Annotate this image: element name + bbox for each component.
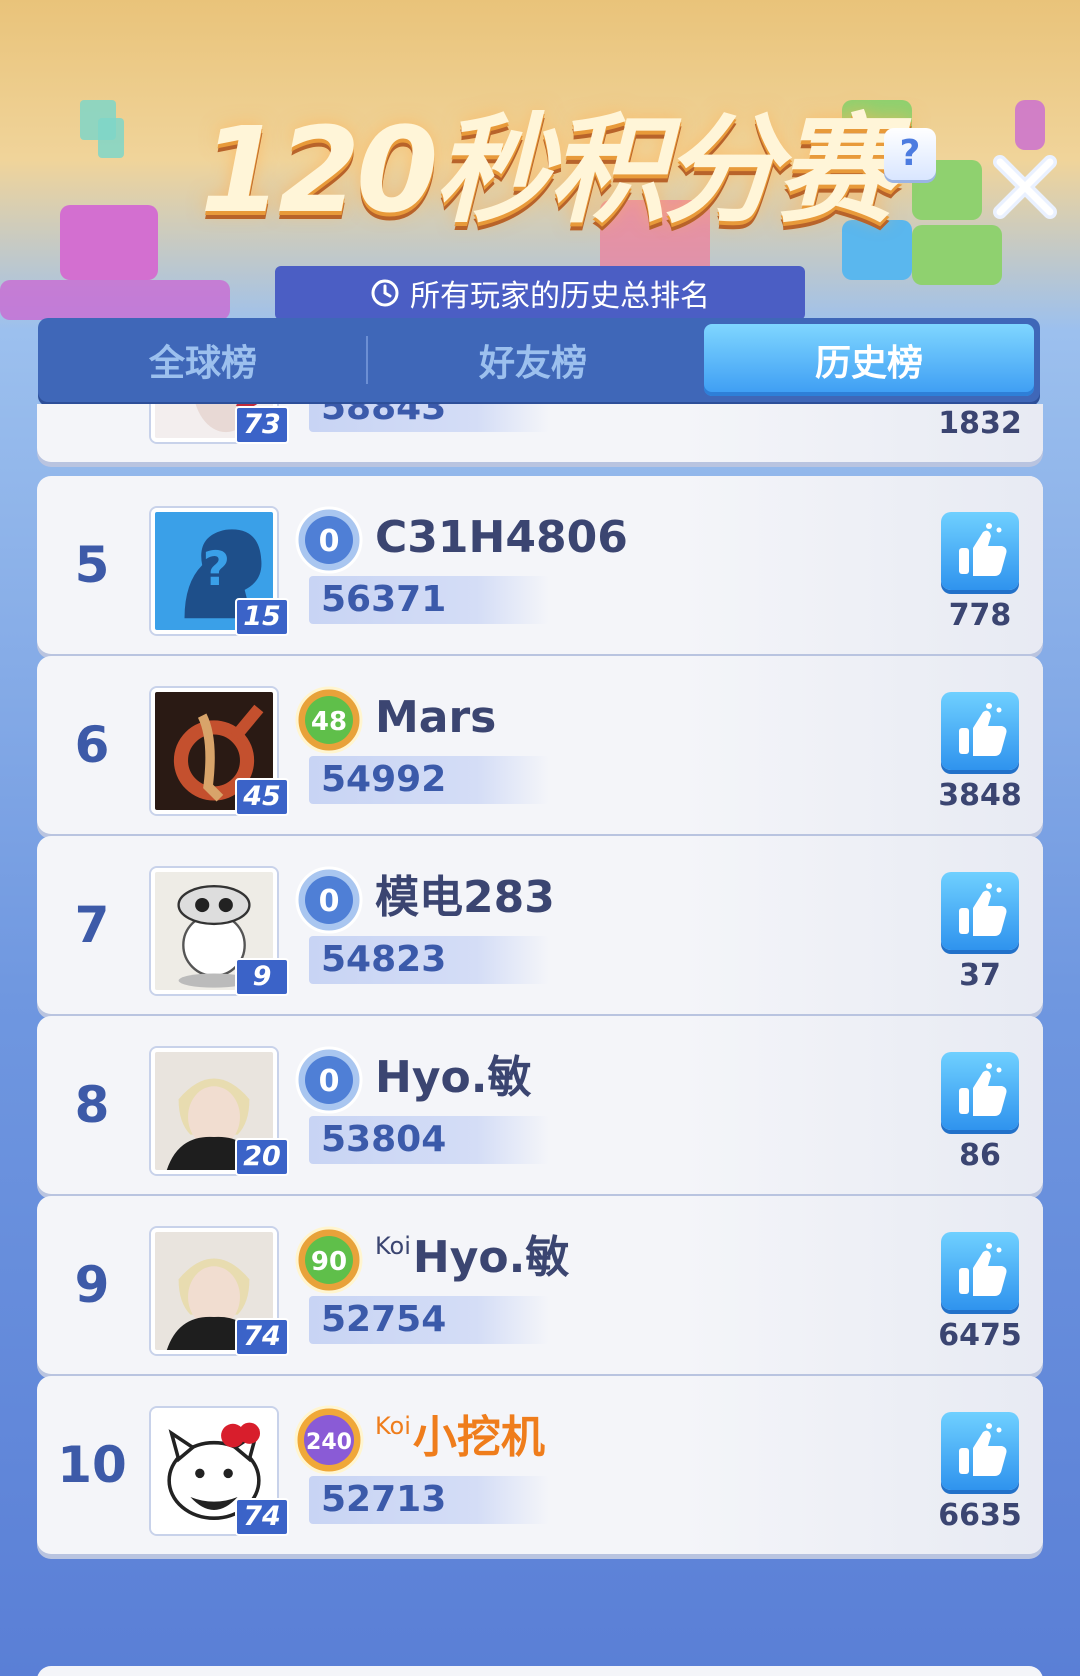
rank-badge-icon: 0 (295, 866, 363, 934)
tab-global[interactable]: 全球榜 (38, 318, 368, 402)
score: 52713 (321, 1479, 447, 1520)
score: 58843 (321, 404, 447, 428)
rank-number: 9 (74, 1256, 110, 1314)
tab-label: 全球榜 (148, 343, 257, 384)
badge-value: 90 (311, 1247, 347, 1277)
player-name: KoiHyo.敏 (375, 1226, 569, 1290)
level-badge: 15 (235, 598, 289, 636)
score: 52754 (321, 1299, 447, 1340)
subtitle-bar: 所有玩家的历史总排名 (275, 266, 805, 320)
level-badge: 74 (235, 1318, 289, 1356)
leaderboard-row: 4 73 58843 1832 (37, 404, 1043, 462)
player-name-text: 小挖机 (412, 1412, 545, 1463)
page-title: 120秒积分赛 (200, 101, 894, 239)
leaderboard-row: 5 ? 15 0 C31H4806 56371 778 (37, 476, 1043, 654)
player-name: 模电283 (375, 866, 555, 930)
score: 53804 (321, 1119, 447, 1160)
close-button[interactable] (988, 150, 1062, 224)
rank-badge-icon: 0 (295, 506, 363, 574)
rank-badge-icon: 48 (295, 686, 363, 754)
svg-text:?: ? (203, 542, 230, 597)
badge-value: 0 (319, 1064, 340, 1099)
player-name-text: C31H4806 (375, 512, 628, 563)
tab-history[interactable]: 历史榜 (704, 324, 1034, 396)
close-x-icon (993, 155, 1057, 219)
thumbs-up-icon (959, 1243, 1007, 1296)
score: 54992 (321, 759, 447, 800)
tab-friends[interactable]: 好友榜 (368, 318, 698, 402)
badge-value: 240 (306, 1430, 352, 1455)
score: 56371 (321, 579, 447, 620)
like-button[interactable] (941, 512, 1019, 590)
leaderboard-row-partial (37, 1666, 1043, 1676)
like-button[interactable] (941, 872, 1019, 950)
rank-badge-icon: 90 (295, 1226, 363, 1294)
like-button[interactable] (941, 1412, 1019, 1490)
thumbs-up-icon (959, 883, 1007, 936)
rank-number: 8 (74, 1076, 110, 1134)
like-button[interactable] (941, 1232, 1019, 1310)
player-name-text: Hyo.敏 (375, 1052, 532, 1103)
player-name-text: Mars (375, 692, 497, 743)
leaderboard-row: 7 9 0 模电283 54823 37 (37, 836, 1043, 1014)
subtitle-text: 所有玩家的历史总排名 (410, 279, 710, 314)
rank-badge-icon: 240 (294, 1405, 364, 1475)
player-name: Mars (375, 686, 496, 750)
like-count: 37 (959, 958, 1001, 993)
badge-value: 0 (319, 884, 340, 919)
rank-number: 6 (74, 716, 110, 774)
rank-number: 5 (74, 536, 110, 594)
rank-badge-icon: 0 (295, 1046, 363, 1114)
player-name: Hyo.敏 (375, 1046, 531, 1110)
thumbs-up-icon (959, 523, 1007, 576)
leaderboard-row: 6 45 48 Mars 54992 3848 (37, 656, 1043, 834)
badge-value: 0 (319, 524, 340, 559)
tab-label: 好友榜 (478, 343, 587, 384)
like-count: 1832 (938, 406, 1022, 441)
tab-label: 历史榜 (814, 343, 923, 384)
player-name-text: 模电283 (375, 872, 555, 923)
question-icon: ? (899, 133, 921, 174)
like-count: 6635 (938, 1498, 1022, 1533)
leaderboard-row: 10 74 240 Koi小挖机 52713 6635 (37, 1376, 1043, 1554)
level-badge: 74 (235, 1498, 289, 1536)
thumbs-up-icon (959, 1063, 1007, 1116)
player-name: Koi小挖机 (375, 1406, 545, 1470)
badge-value: 48 (311, 707, 347, 737)
leaderboard-row: 9 74 90 KoiHyo.敏 52754 6475 (37, 1196, 1043, 1374)
thumbs-up-icon (959, 703, 1007, 756)
player-name-text: Hyo.敏 (412, 1232, 570, 1283)
like-count: 778 (948, 598, 1012, 633)
rank-number: 10 (57, 1436, 127, 1494)
level-badge: 73 (235, 406, 289, 444)
like-button[interactable] (941, 692, 1019, 770)
rank-number: 7 (74, 896, 110, 954)
leaderboard-list[interactable]: 4 73 58843 1832 5 ? 15 0 C31H4806 56371 … (0, 404, 1080, 1676)
like-button[interactable] (941, 1052, 1019, 1130)
score: 54823 (321, 939, 447, 980)
like-count: 6475 (938, 1318, 1022, 1353)
rank-number: 4 (37, 404, 147, 462)
leaderboard-row: 8 20 0 Hyo.敏 53804 86 (37, 1016, 1043, 1194)
thumbs-up-icon (959, 1423, 1007, 1476)
clock-icon (371, 279, 399, 307)
tab-bar: 全球榜 好友榜 历史榜 (38, 318, 1040, 402)
level-badge: 45 (235, 778, 289, 816)
like-count: 86 (959, 1138, 1001, 1173)
level-badge: 20 (235, 1138, 289, 1176)
help-button[interactable]: ? (884, 128, 936, 180)
name-prefix: Koi (375, 1412, 411, 1440)
name-prefix: Koi (375, 1232, 411, 1260)
level-badge: 9 (235, 958, 289, 996)
player-name: C31H4806 (375, 506, 628, 570)
like-count: 3848 (938, 778, 1022, 813)
